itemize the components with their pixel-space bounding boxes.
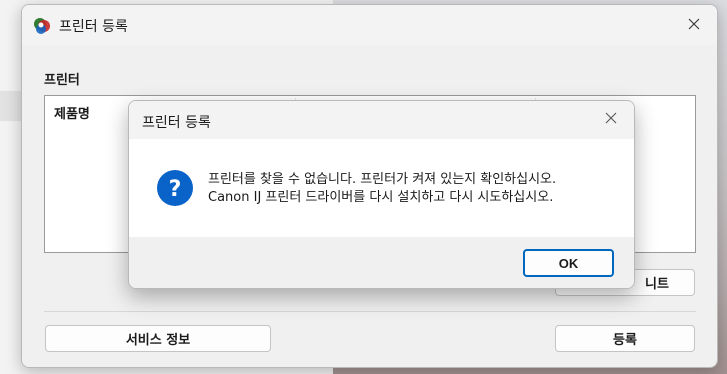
printer-section-label: 프린터 [44, 73, 80, 88]
main-titlebar: 프린터 등록 [22, 5, 717, 45]
dialog-title: 프린터 등록 [142, 115, 211, 131]
service-info-button[interactable]: 서비스 정보 [45, 325, 271, 352]
column-header-product-name: 제품명 [54, 107, 90, 122]
ok-button[interactable]: OK [523, 249, 614, 277]
window-title: 프린터 등록 [59, 19, 128, 35]
register-button[interactable]: 등록 [555, 325, 695, 352]
dialog-message: 프린터를 찾을 수 없습니다. 프린터가 켜져 있는지 확인하십시오. Cano… [208, 171, 556, 207]
close-icon [688, 18, 700, 34]
window-close-button[interactable] [671, 10, 717, 42]
message-line-2: Canon IJ 프린터 드라이버를 다시 설치하고 다시 시도하십시오. [208, 190, 554, 205]
dialog-body: ? 프린터를 찾을 수 없습니다. 프린터가 켜져 있는지 확인하십시오. Ca… [129, 139, 634, 237]
dialog-footer: OK [129, 237, 634, 288]
footer-divider [44, 311, 696, 312]
printer-app-icon [33, 17, 51, 35]
close-icon [605, 112, 617, 128]
dialog-titlebar: 프린터 등록 [129, 101, 634, 139]
message-line-1: 프린터를 찾을 수 없습니다. 프린터가 켜져 있는지 확인하십시오. [208, 172, 557, 187]
question-icon: ? [156, 169, 194, 207]
error-dialog: 프린터 등록 ? 프린터를 찾을 수 없습니다. 프린터가 켜져 있는지 확인하… [128, 100, 635, 289]
svg-text:?: ? [169, 177, 182, 202]
desktop-behind-strip [0, 91, 22, 121]
dialog-close-button[interactable] [588, 104, 634, 136]
